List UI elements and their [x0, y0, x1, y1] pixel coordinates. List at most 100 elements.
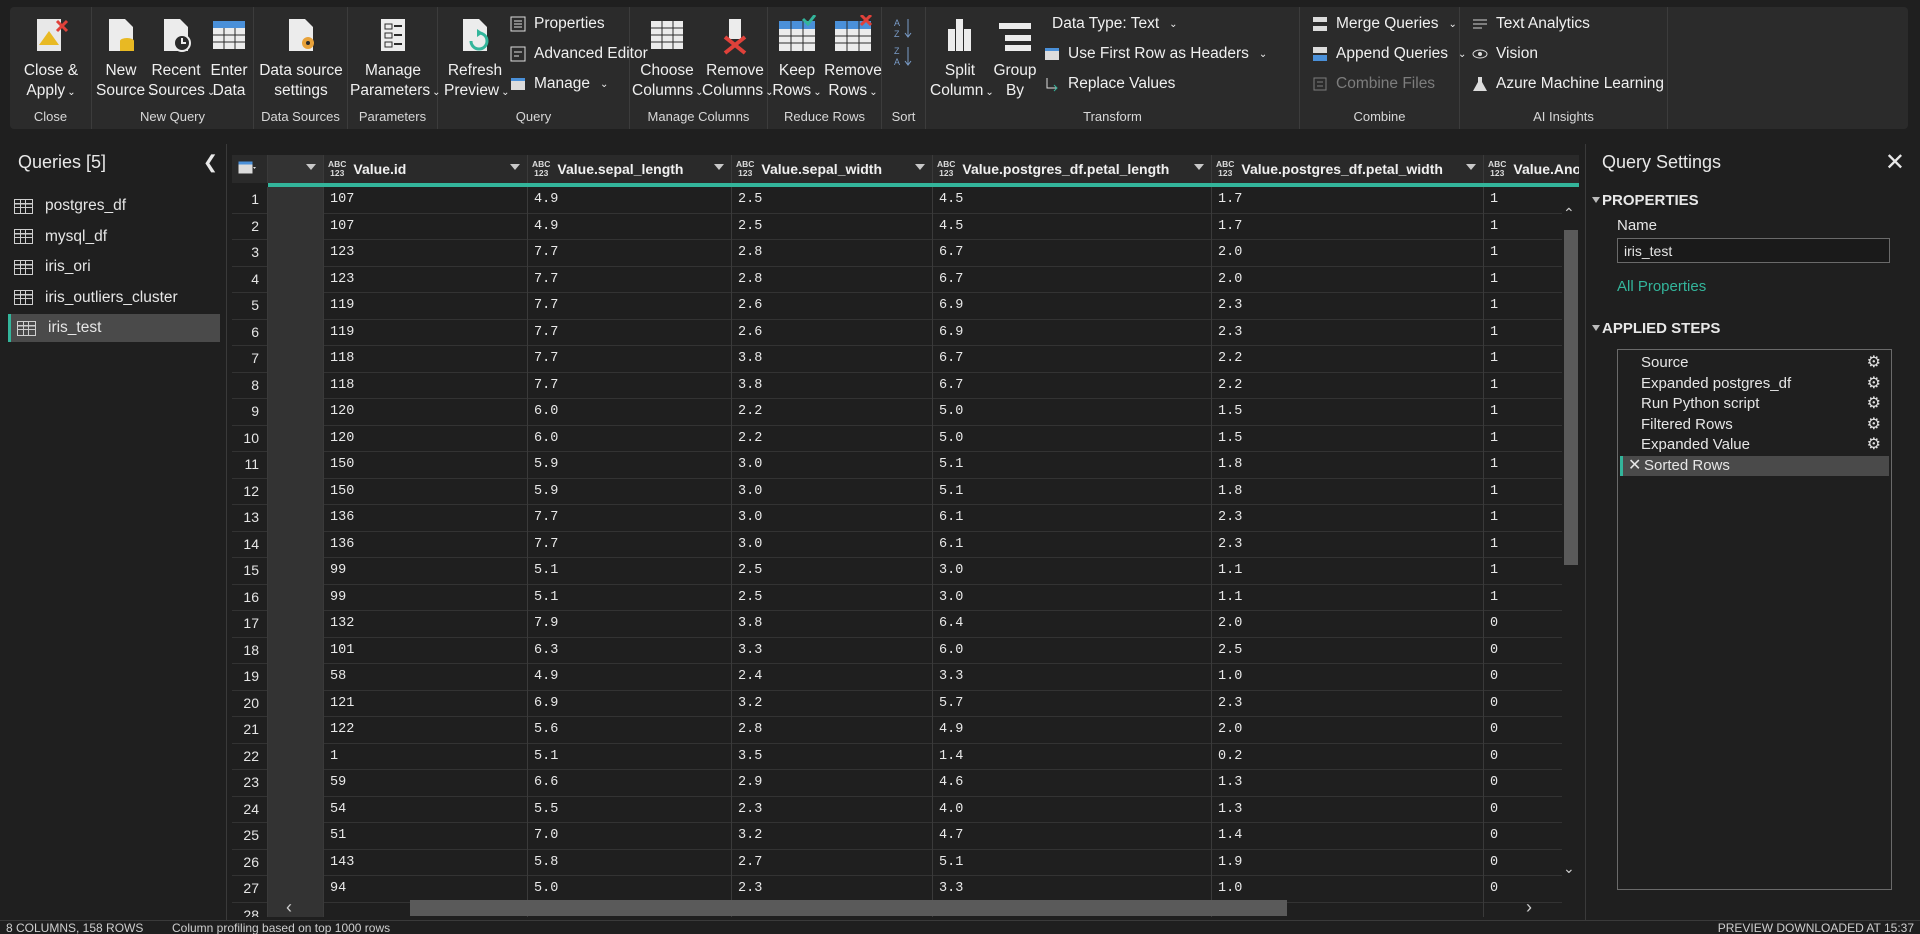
scroll-left-icon[interactable]: ‹	[286, 897, 292, 918]
table-row[interactable]: 25 51 7.0 3.2 4.7 1.4 0	[232, 823, 1562, 850]
table-cell[interactable]: 2.4	[732, 664, 933, 691]
table-row[interactable]: 18 101 6.3 3.3 6.0 2.5 0	[232, 637, 1562, 664]
table-row[interactable]: 15 99 5.1 2.5 3.0 1.1 1	[232, 558, 1562, 585]
column-filter-dropdown-icon[interactable]	[1466, 164, 1476, 170]
table-row[interactable]: 22 1 5.1 3.5 1.4 0.2 0	[232, 743, 1562, 770]
table-cell[interactable]: 1.1	[1212, 584, 1484, 611]
table-row[interactable]: 23 59 6.6 2.9 4.6 1.3 0	[232, 770, 1562, 797]
table-cell[interactable]: 3.8	[732, 372, 933, 399]
table-cell[interactable]: 59	[324, 770, 528, 797]
table-cell[interactable]: 2.3	[1212, 319, 1484, 346]
table-cell[interactable]: 7.7	[528, 372, 732, 399]
data-source-settings-button[interactable]: Data source settings	[256, 15, 346, 101]
table-cell[interactable]: 2.0	[1212, 611, 1484, 638]
table-cell[interactable]: 5.1	[528, 558, 732, 585]
table-cell[interactable]: 6.9	[933, 293, 1212, 320]
table-cell[interactable]: 5.1	[528, 584, 732, 611]
table-cell[interactable]: 6.1	[933, 531, 1212, 558]
table-cell[interactable]: 1.3	[1212, 796, 1484, 823]
table-cell[interactable]: 5.7	[933, 690, 1212, 717]
horizontal-scroll-thumb[interactable]	[410, 900, 1287, 916]
table-cell[interactable]: 119	[324, 293, 528, 320]
remove-rows-button[interactable]: Remove Rows ⌄	[824, 13, 882, 103]
table-row[interactable]: 7 118 7.7 3.8 6.7 2.2 1	[232, 346, 1562, 373]
table-cell[interactable]: 2.3	[732, 796, 933, 823]
table-cell[interactable]: 3.0	[933, 584, 1212, 611]
table-cell[interactable]: 2.3	[1212, 531, 1484, 558]
split-column-button[interactable]: Split Column ⌄	[930, 15, 994, 103]
table-cell[interactable]: 4.9	[528, 213, 732, 240]
table-row[interactable]: 27 94 5.0 2.3 3.3 1.0 0	[232, 876, 1562, 903]
applied-step[interactable]: Expanded Value ⚙	[1620, 435, 1889, 456]
table-cell[interactable]: 2.8	[732, 717, 933, 744]
table-cell[interactable]: 2.2	[1212, 372, 1484, 399]
gear-icon[interactable]: ⚙	[1867, 415, 1881, 435]
table-row[interactable]: 16 99 5.1 2.5 3.0 1.1 1	[232, 584, 1562, 611]
table-cell[interactable]: 3.3	[732, 637, 933, 664]
table-cell[interactable]: 3.8	[732, 611, 933, 638]
query-item[interactable]: iris_test	[8, 314, 220, 342]
table-cell[interactable]: 3.0	[732, 478, 933, 505]
table-cell[interactable]: 6.6	[528, 770, 732, 797]
table-cell[interactable]: 120	[324, 399, 528, 426]
table-cell[interactable]: 5.1	[933, 849, 1212, 876]
delete-step-icon[interactable]: ✕	[1628, 456, 1641, 476]
table-cell[interactable]: 1	[324, 743, 528, 770]
table-cell[interactable]: 3.5	[732, 743, 933, 770]
table-row[interactable]: 24 54 5.5 2.3 4.0 1.3 0	[232, 796, 1562, 823]
table-cell[interactable]: 101	[324, 637, 528, 664]
table-cell[interactable]: 150	[324, 478, 528, 505]
use-first-row-headers-button[interactable]: Use First Row as Headers ⌄	[1044, 45, 1267, 63]
table-cell[interactable]: 3.2	[732, 690, 933, 717]
vertical-scroll-thumb[interactable]	[1564, 230, 1578, 565]
table-cell[interactable]: 94	[324, 876, 528, 903]
choose-columns-button[interactable]: Choose Columns ⌄	[632, 15, 704, 103]
table-cell[interactable]: 5.8	[528, 849, 732, 876]
table-cell[interactable]: 2.3	[1212, 293, 1484, 320]
table-row[interactable]: 21 122 5.6 2.8 4.9 2.0 0	[232, 717, 1562, 744]
table-cell[interactable]: 2.3	[1212, 690, 1484, 717]
remove-columns-button[interactable]: Remove Columns ⌄	[702, 15, 774, 103]
table-cell[interactable]: 1.3	[1212, 770, 1484, 797]
query-item[interactable]: postgres_df	[8, 192, 220, 220]
column-header[interactable]: ABC 123 Value.postgres_df.petal_length	[933, 155, 1212, 183]
table-cell[interactable]: 2.6	[732, 293, 933, 320]
scroll-right-icon[interactable]: ›	[1526, 897, 1532, 918]
hidden-column-header[interactable]	[268, 155, 324, 183]
table-cell[interactable]: 132	[324, 611, 528, 638]
gear-icon[interactable]: ⚙	[1867, 435, 1881, 455]
table-cell[interactable]: 2.6	[732, 319, 933, 346]
table-cell[interactable]: 4.0	[933, 796, 1212, 823]
table-cell[interactable]: 51	[324, 823, 528, 850]
table-cell[interactable]: 5.6	[528, 717, 732, 744]
table-cell[interactable]: 119	[324, 319, 528, 346]
recent-sources-button[interactable]: Recent Sources ⌄	[148, 15, 215, 103]
table-cell[interactable]: 1.5	[1212, 399, 1484, 426]
table-cell[interactable]: 6.7	[933, 372, 1212, 399]
table-row[interactable]: 19 58 4.9 2.4 3.3 1.0 0	[232, 664, 1562, 691]
table-cell[interactable]: 5.1	[933, 452, 1212, 479]
table-cell[interactable]: 6.1	[933, 505, 1212, 532]
new-source-button[interactable]: New Source ⌄	[96, 15, 156, 103]
table-cell[interactable]: 118	[324, 346, 528, 373]
gear-icon[interactable]: ⚙	[1867, 394, 1881, 414]
table-cell[interactable]: 4.5	[933, 187, 1212, 214]
table-cell[interactable]: 2.0	[1212, 240, 1484, 267]
table-row[interactable]: 6 119 7.7 2.6 6.9 2.3 1	[232, 319, 1562, 346]
table-cell[interactable]: 2.5	[732, 213, 933, 240]
table-row[interactable]: 9 120 6.0 2.2 5.0 1.5 1	[232, 399, 1562, 426]
table-cell[interactable]: 2.9	[732, 770, 933, 797]
manage-parameters-button[interactable]: Manage Parameters ⌄	[350, 15, 441, 103]
table-cell[interactable]: 6.4	[933, 611, 1212, 638]
table-cell[interactable]: 1.0	[1212, 876, 1484, 903]
column-filter-dropdown-icon[interactable]	[714, 164, 724, 170]
table-cell[interactable]: 5.1	[933, 478, 1212, 505]
gear-icon[interactable]: ⚙	[1867, 353, 1881, 373]
table-cell[interactable]: 7.7	[528, 346, 732, 373]
table-row[interactable]: 2 107 4.9 2.5 4.5 1.7 1	[232, 213, 1562, 240]
append-queries-button[interactable]: Append Queries ⌄	[1312, 45, 1466, 63]
table-row[interactable]: 5 119 7.7 2.6 6.9 2.3 1	[232, 293, 1562, 320]
table-cell[interactable]: 1.1	[1212, 558, 1484, 585]
manage-button[interactable]: Manage ⌄	[510, 75, 608, 93]
query-item[interactable]: mysql_df	[8, 223, 220, 251]
